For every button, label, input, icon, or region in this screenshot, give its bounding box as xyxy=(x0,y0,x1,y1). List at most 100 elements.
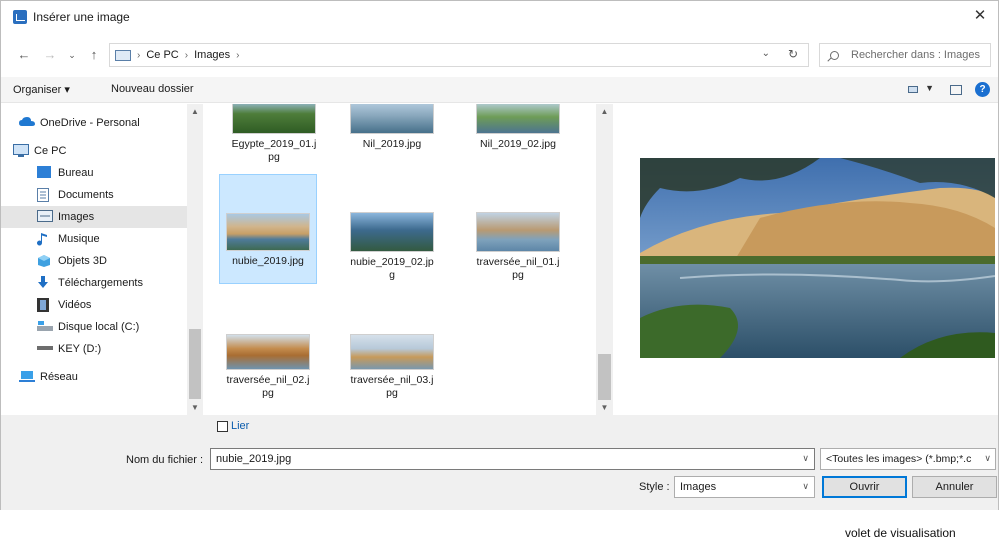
sidebar-item-disque-local[interactable]: Disque local (C:) xyxy=(1,316,187,338)
sidebar-item-onedrive[interactable]: OneDrive - Personal xyxy=(1,112,187,134)
style-select[interactable]: Images ∨ xyxy=(674,476,815,498)
file-list-scrollbar[interactable]: ▲ ▼ xyxy=(596,104,613,415)
filename-combobox[interactable]: nubie_2019.jpg ∨ xyxy=(210,448,815,470)
chevron-down-icon[interactable]: ∨ xyxy=(984,453,991,464)
file-name-label: Nil_2019.jpg xyxy=(362,138,422,150)
sidebar-item-label: Objets 3D xyxy=(58,255,107,267)
filename-label: Nom du fichier : xyxy=(126,454,204,466)
file-item-nubie-2019[interactable]: nubie_2019.jpg xyxy=(219,174,317,284)
network-icon xyxy=(19,370,35,384)
chevron-down-icon[interactable]: ∨ xyxy=(802,453,809,464)
forward-arrow-icon[interactable]: → xyxy=(41,45,59,65)
file-item-nil-2019-02[interactable]: Nil_2019_02.jpg xyxy=(469,104,567,151)
search-icon xyxy=(830,50,839,60)
objects-3d-icon xyxy=(37,254,53,268)
chevron-down-icon[interactable]: ∨ xyxy=(802,481,809,492)
preview-pane-caption: volet de visualisation xyxy=(845,526,956,540)
link-option[interactable]: Lier xyxy=(217,420,249,432)
cloud-icon xyxy=(19,116,35,130)
sidebar-item-label: Disque local (C:) xyxy=(58,321,140,333)
help-icon[interactable]: ? xyxy=(975,82,990,97)
sidebar-item-label: Documents xyxy=(58,189,114,201)
command-toolbar: Organiser ▾ Nouveau dossier ▼ ? xyxy=(1,77,998,103)
search-box[interactable]: Rechercher dans : Images xyxy=(819,43,991,67)
style-value[interactable]: Images xyxy=(680,481,716,493)
window-title: Insérer une image xyxy=(33,10,130,24)
back-arrow-icon[interactable]: ← xyxy=(15,45,33,65)
sidebar-item-label: Réseau xyxy=(40,371,78,383)
address-bar[interactable]: › Ce PC › Images › ⌄ ↻ xyxy=(109,43,809,67)
refresh-icon[interactable]: ↻ xyxy=(788,47,798,61)
file-thumbnail xyxy=(476,212,560,252)
documents-icon xyxy=(37,188,53,202)
sidebar-item-videos[interactable]: Vidéos xyxy=(1,294,187,316)
file-item-traversee-nil-02[interactable]: traversée_nil_02.j pg xyxy=(219,334,317,400)
breadcrumb-separator-icon: › xyxy=(184,49,189,61)
file-name-label: Egypte_2019_01.j pg xyxy=(231,138,317,163)
sidebar-item-label: Musique xyxy=(58,233,100,245)
file-name-label: traversée_nil_01.j pg xyxy=(476,256,560,281)
sidebar-item-label: Vidéos xyxy=(58,299,92,311)
sidebar-item-images[interactable]: Images xyxy=(1,206,187,228)
file-name-label: nubie_2019_02.jp g xyxy=(350,256,434,281)
breadcrumb-images[interactable]: Images xyxy=(194,49,230,61)
file-thumbnail xyxy=(226,334,310,370)
scroll-up-arrow-icon[interactable]: ▲ xyxy=(187,107,203,116)
navigation-pane: OneDrive - Personal Ce PC Bureau Documen… xyxy=(1,104,203,415)
close-icon[interactable]: ✕ xyxy=(966,5,994,27)
file-item-nil-2019[interactable]: Nil_2019.jpg xyxy=(343,104,441,151)
navigation-bar: ← → ⌄ ↑ › Ce PC › Images › ⌄ ↻ Recherche… xyxy=(1,41,998,69)
file-thumbnail xyxy=(350,334,434,370)
scroll-down-arrow-icon[interactable]: ▼ xyxy=(596,403,613,412)
file-type-value[interactable]: <Toutes les images> (*.bmp;*.c xyxy=(826,453,971,465)
link-checkbox[interactable] xyxy=(217,420,228,432)
sidebar-item-telechargements[interactable]: Téléchargements xyxy=(1,272,187,294)
sidebar-item-key-drive[interactable]: KEY (D:) xyxy=(1,338,187,360)
dialog-footer: Lier Nom du fichier : nubie_2019.jpg ∨ <… xyxy=(1,415,998,510)
organise-button[interactable]: Organiser ▾ xyxy=(13,83,70,96)
breadcrumb-ce-pc[interactable]: Ce PC xyxy=(146,49,178,61)
search-placeholder: Rechercher dans : Images xyxy=(851,49,981,61)
file-name-label: nubie_2019.jpg xyxy=(232,255,304,267)
sidebar-item-label: Ce PC xyxy=(34,145,67,157)
music-icon xyxy=(37,232,53,246)
address-history-dropdown-icon[interactable]: ⌄ xyxy=(762,48,770,59)
sidebar-item-ce-pc[interactable]: Ce PC xyxy=(1,140,187,162)
sidebar-item-musique[interactable]: Musique xyxy=(1,228,187,250)
scroll-up-arrow-icon[interactable]: ▲ xyxy=(596,107,613,116)
view-options-dropdown-icon[interactable]: ▼ xyxy=(925,83,934,93)
filename-value[interactable]: nubie_2019.jpg xyxy=(216,453,291,465)
file-thumbnail xyxy=(226,213,310,251)
sidebar-item-documents[interactable]: Documents xyxy=(1,184,187,206)
up-arrow-icon[interactable]: ↑ xyxy=(85,45,103,65)
new-folder-button[interactable]: Nouveau dossier xyxy=(111,83,194,95)
file-item-egypte-2019-01[interactable]: Egypte_2019_01.j pg xyxy=(225,104,323,164)
change-view-icon[interactable] xyxy=(908,86,918,93)
desktop-icon xyxy=(37,166,53,180)
sidebar-item-bureau[interactable]: Bureau xyxy=(1,162,187,184)
navigation-pane-scrollbar[interactable]: ▲ ▼ xyxy=(187,104,203,415)
file-type-select[interactable]: <Toutes les images> (*.bmp;*.c ∨ xyxy=(820,448,996,470)
breadcrumb-separator-icon: › xyxy=(137,49,141,61)
pc-location-icon xyxy=(115,49,131,61)
link-checkbox-label[interactable]: Lier xyxy=(231,420,249,432)
style-label: Style : xyxy=(639,481,670,493)
open-button[interactable]: Ouvrir xyxy=(822,476,907,498)
scrollbar-thumb[interactable] xyxy=(189,329,201,399)
file-item-nubie-2019-02[interactable]: nubie_2019_02.jp g xyxy=(343,212,441,282)
preview-pane-toggle-icon[interactable] xyxy=(950,85,962,95)
scrollbar-thumb[interactable] xyxy=(598,354,611,400)
computer-icon xyxy=(13,144,29,158)
pictures-icon xyxy=(37,210,53,224)
breadcrumb-separator-icon: › xyxy=(236,49,240,61)
sidebar-item-reseau[interactable]: Réseau xyxy=(1,366,187,388)
usb-drive-icon xyxy=(37,342,53,356)
file-item-traversee-nil-01[interactable]: traversée_nil_01.j pg xyxy=(469,212,567,282)
file-item-traversee-nil-03[interactable]: traversée_nil_03.j pg xyxy=(343,334,441,400)
recent-locations-chevron-icon[interactable]: ⌄ xyxy=(63,45,81,65)
app-icon xyxy=(13,10,27,24)
drive-icon xyxy=(37,320,53,334)
sidebar-item-objets-3d[interactable]: Objets 3D xyxy=(1,250,187,272)
cancel-button[interactable]: Annuler xyxy=(912,476,997,498)
scroll-down-arrow-icon[interactable]: ▼ xyxy=(187,403,203,412)
